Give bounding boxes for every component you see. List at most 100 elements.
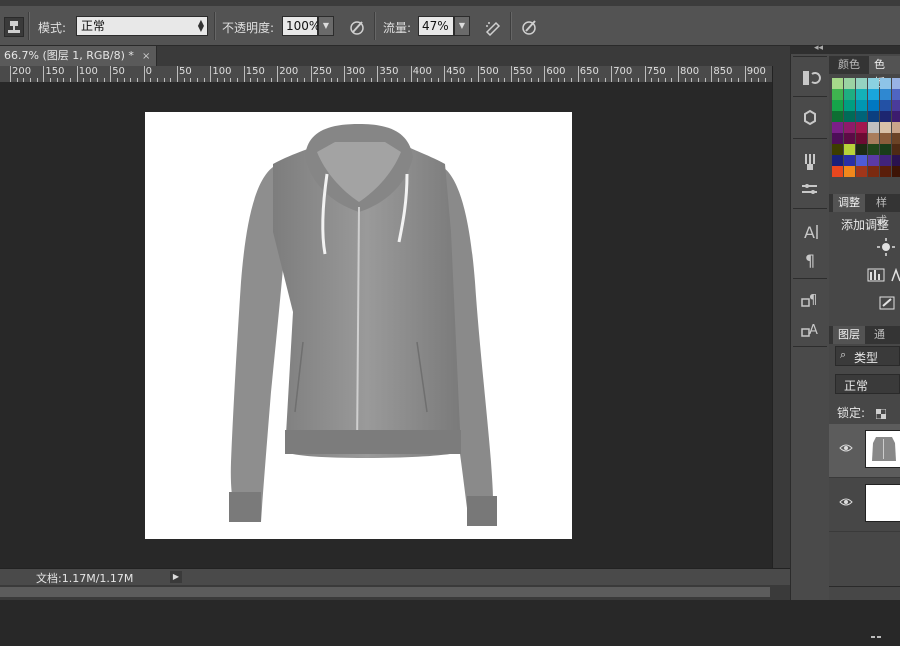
close-tab-icon[interactable]: × <box>142 51 150 62</box>
color-swatch[interactable] <box>892 133 900 144</box>
3d-panel-icon[interactable] <box>797 106 823 130</box>
airbrush-icon[interactable] <box>484 18 502 36</box>
paragraph-panel-icon[interactable]: ¶ <box>797 248 823 272</box>
color-swatch[interactable] <box>844 144 855 155</box>
color-swatch[interactable] <box>832 133 843 144</box>
character-styles-panel-icon[interactable]: A <box>797 318 823 342</box>
flow-input[interactable]: 47% <box>418 16 454 36</box>
history-panel-icon[interactable] <box>797 66 823 90</box>
color-swatch[interactable] <box>844 155 855 166</box>
tab-swatches[interactable]: 色板 <box>869 56 900 74</box>
pressure-size-icon[interactable] <box>520 18 538 36</box>
color-swatch[interactable] <box>856 100 867 111</box>
color-swatch[interactable] <box>892 111 900 122</box>
color-swatch[interactable] <box>880 133 891 144</box>
lock-transparent-icon[interactable] <box>876 408 886 418</box>
color-swatch[interactable] <box>832 155 843 166</box>
color-swatch[interactable] <box>868 144 879 155</box>
color-swatch[interactable] <box>892 122 900 133</box>
color-swatch[interactable] <box>892 89 900 100</box>
color-swatch[interactable] <box>880 144 891 155</box>
layer-row-background[interactable] <box>829 478 900 532</box>
exposure-icon[interactable] <box>891 268 900 282</box>
blend-mode-dropdown[interactable]: 正常 <box>835 374 900 394</box>
tab-color[interactable]: 颜色 <box>833 56 865 74</box>
mode-dropdown[interactable]: 正常 ▲▼ <box>76 16 208 36</box>
color-swatch[interactable] <box>868 89 879 100</box>
clone-source-panel-icon[interactable] <box>797 178 823 202</box>
color-swatch[interactable] <box>856 133 867 144</box>
document-tab[interactable]: 66.7% (图层 1, RGB/8) *× <box>0 46 157 66</box>
status-menu-arrow-icon[interactable]: ▶ <box>170 571 182 583</box>
opacity-slider-button[interactable]: ▼ <box>318 16 334 36</box>
color-swatch[interactable] <box>880 78 891 89</box>
layer-filter-dropdown[interactable]: ⌕ 类型 <box>835 346 900 366</box>
layer-row-1[interactable] <box>829 424 900 478</box>
color-swatch[interactable] <box>868 78 879 89</box>
color-swatch[interactable] <box>880 89 891 100</box>
link-layers-icon[interactable] <box>869 631 883 643</box>
color-swatch[interactable] <box>844 122 855 133</box>
color-swatch[interactable] <box>856 155 867 166</box>
tool-preset-picker[interactable] <box>4 17 24 37</box>
horizontal-ruler[interactable]: 2001501005005010015020025030035040045050… <box>0 66 772 83</box>
pressure-opacity-icon[interactable] <box>348 18 366 36</box>
color-swatch[interactable] <box>856 78 867 89</box>
horizontal-scrollbar[interactable] <box>0 585 790 600</box>
color-swatch[interactable] <box>832 111 843 122</box>
flow-slider-button[interactable]: ▼ <box>454 16 470 36</box>
color-swatch[interactable] <box>832 144 843 155</box>
color-swatch[interactable] <box>892 78 900 89</box>
color-swatch[interactable] <box>856 89 867 100</box>
color-swatch[interactable] <box>844 111 855 122</box>
color-swatch[interactable] <box>892 100 900 111</box>
character-panel-icon[interactable]: A <box>797 220 823 244</box>
tab-styles[interactable]: 样式 <box>871 194 900 212</box>
brush-panel-icon[interactable] <box>797 150 823 174</box>
color-swatch[interactable] <box>844 100 855 111</box>
color-swatch[interactable] <box>832 166 843 177</box>
visibility-eye-icon[interactable] <box>839 496 853 506</box>
opacity-input[interactable]: 100% <box>282 16 318 36</box>
color-swatch[interactable] <box>856 122 867 133</box>
color-swatch[interactable] <box>868 166 879 177</box>
scrollbar-thumb[interactable] <box>0 587 770 597</box>
color-swatch[interactable] <box>880 155 891 166</box>
color-swatch[interactable] <box>844 78 855 89</box>
color-swatch[interactable] <box>880 111 891 122</box>
color-swatch[interactable] <box>844 89 855 100</box>
document-canvas[interactable] <box>145 112 572 539</box>
color-swatch[interactable] <box>832 78 843 89</box>
tab-adjustments[interactable]: 调整 <box>833 194 865 212</box>
color-swatch[interactable] <box>868 122 879 133</box>
visibility-eye-icon[interactable] <box>839 442 853 452</box>
color-swatch[interactable] <box>832 100 843 111</box>
svg-text:A: A <box>809 323 818 338</box>
color-swatch[interactable] <box>856 144 867 155</box>
color-swatch[interactable] <box>856 111 867 122</box>
vertical-scrollbar[interactable] <box>772 66 791 568</box>
document-size-readout[interactable]: 文档:1.17M/1.17M <box>36 570 133 586</box>
color-swatch[interactable] <box>844 133 855 144</box>
panel-collapse-bar[interactable]: ◂◂ <box>790 46 900 54</box>
color-swatch[interactable] <box>868 100 879 111</box>
tab-layers[interactable]: 图层 <box>833 326 865 344</box>
color-swatch[interactable] <box>868 155 879 166</box>
color-swatch[interactable] <box>892 144 900 155</box>
color-swatch[interactable] <box>868 133 879 144</box>
paragraph-styles-panel-icon[interactable]: ¶ <box>797 288 823 312</box>
color-swatch[interactable] <box>844 166 855 177</box>
brightness-icon[interactable] <box>877 238 895 256</box>
color-swatch[interactable] <box>892 155 900 166</box>
vibrance-icon[interactable] <box>879 296 895 310</box>
color-swatch[interactable] <box>892 166 900 177</box>
color-swatch[interactable] <box>856 166 867 177</box>
color-swatch[interactable] <box>832 122 843 133</box>
color-swatch[interactable] <box>880 100 891 111</box>
levels-icon[interactable] <box>867 268 885 282</box>
color-swatch[interactable] <box>832 89 843 100</box>
color-swatch[interactable] <box>868 111 879 122</box>
color-swatch[interactable] <box>880 122 891 133</box>
color-swatch[interactable] <box>880 166 891 177</box>
tab-channels[interactable]: 通道 <box>869 326 900 344</box>
